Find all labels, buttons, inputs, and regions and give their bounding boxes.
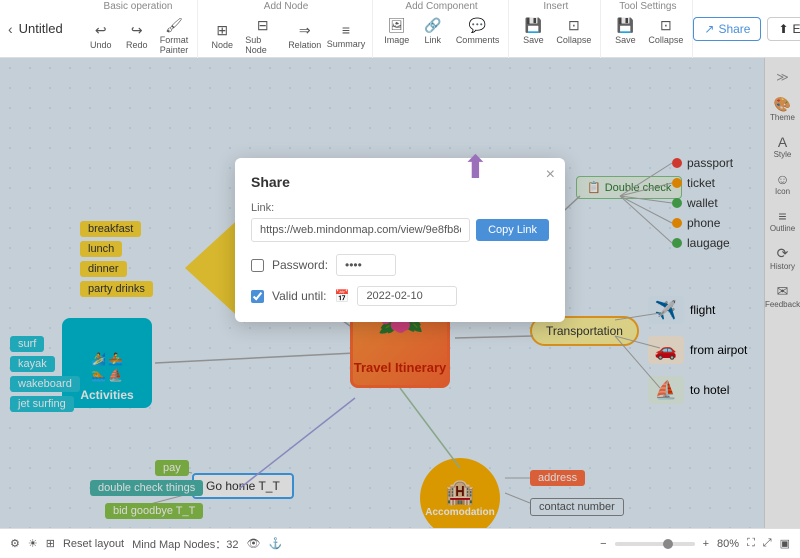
toolbar: ‹ Untitled Basic operation ↩Undo ↪Redo 🖌… [0, 0, 800, 58]
collapse-button[interactable]: ⊡Collapse [553, 15, 594, 47]
valid-checkbox[interactable] [251, 290, 264, 303]
password-input[interactable] [336, 254, 396, 276]
export-button[interactable]: ⬆ Export [767, 17, 800, 41]
back-button[interactable]: ‹ [8, 21, 13, 37]
comments-button[interactable]: 💬Comments [453, 15, 503, 47]
group-tool-settings: Tool Settings 💾Save ⊡Collapse [603, 0, 693, 59]
redo-button[interactable]: ↪Redo [121, 20, 153, 52]
share-modal: Share × Link: Copy Link Password: Valid … [235, 158, 565, 322]
password-checkbox[interactable] [251, 259, 264, 272]
group-label-component: Add Component [405, 1, 477, 12]
grid-icon: ⊞ [46, 537, 55, 550]
group-label-insert: Insert [543, 1, 568, 12]
group-items-toolsettings: 💾Save ⊡Collapse [609, 15, 686, 47]
zoom-slider[interactable] [615, 542, 695, 546]
sun-icon: ☀ [28, 537, 38, 550]
password-row: Password: [251, 254, 549, 276]
mind-map-nodes: Mind Map Nodes：32 [132, 536, 238, 552]
group-label-basic: Basic operation [104, 1, 173, 12]
valid-date-input[interactable] [357, 286, 457, 306]
export-label: Export [793, 22, 800, 36]
export-icon: ⬆ [778, 22, 788, 36]
zoom-level: 80% [717, 538, 739, 550]
group-items-basic: ↩Undo ↪Redo 🖌Format Painter [85, 15, 192, 57]
link-input[interactable] [251, 218, 470, 242]
fit-icon[interactable]: ▣ [780, 537, 790, 550]
share-icon: ↗ [704, 22, 714, 36]
settings-collapse-button[interactable]: ⊡Collapse [645, 15, 686, 47]
group-items-insert: 💾Save ⊡Collapse [517, 15, 594, 47]
settings-save-button[interactable]: 💾Save [609, 15, 641, 47]
minus-zoom[interactable]: − [600, 538, 606, 550]
undo-button[interactable]: ↩Undo [85, 20, 117, 52]
share-label: Share [718, 22, 750, 36]
relation-button[interactable]: ⇒Relation [287, 20, 322, 52]
status-left: ⚙ ☀ ⊞ Reset layout Mind Map Nodes：32 👁 ⚓ [10, 536, 588, 552]
eye-icon: 👁 [247, 537, 261, 550]
format-painter-button[interactable]: 🖌Format Painter [157, 15, 192, 57]
group-insert: Insert 💾Save ⊡Collapse [511, 0, 601, 59]
statusbar: ⚙ ☀ ⊞ Reset layout Mind Map Nodes：32 👁 ⚓… [0, 528, 800, 558]
share-button[interactable]: ↗ Share [693, 17, 761, 41]
password-label: Password: [272, 258, 328, 272]
group-items-addnode: ⊞Node ⊟Sub Node ⇒Relation ≡Summary [206, 15, 366, 57]
copy-link-button[interactable]: Copy Link [476, 219, 549, 241]
group-items-component: 🖼Image 🔗Link 💬Comments [381, 15, 503, 47]
app-title: Untitled [19, 21, 63, 36]
save-button[interactable]: 💾Save [517, 15, 549, 47]
status-right: − + 80% ⛶ ⤢ ▣ [600, 537, 790, 550]
summary-button[interactable]: ≡Summary [326, 20, 366, 51]
group-label-toolsettings: Tool Settings [619, 1, 676, 12]
app-logo: ‹ Untitled [8, 21, 63, 37]
fullscreen-icon[interactable]: ⛶ [747, 537, 755, 550]
reset-layout[interactable]: Reset layout [63, 538, 124, 550]
settings-icon: ⚙ [10, 537, 20, 550]
zoom-thumb [663, 539, 673, 549]
valid-label: Valid until: [272, 289, 326, 303]
modal-close-button[interactable]: × [546, 166, 555, 184]
anchor-icon: ⚓ [268, 537, 282, 550]
expand-icon[interactable]: ⤢ [763, 537, 772, 550]
group-add-component: Add Component 🖼Image 🔗Link 💬Comments [375, 0, 510, 59]
node-button[interactable]: ⊞Node [206, 20, 238, 52]
calendar-icon: 📅 [334, 289, 349, 303]
group-basic-operation: Basic operation ↩Undo ↪Redo 🖌Format Pain… [79, 0, 199, 59]
group-add-node: Add Node ⊞Node ⊟Sub Node ⇒Relation ≡Summ… [200, 0, 373, 59]
plus-zoom[interactable]: + [703, 538, 709, 550]
toolbar-groups: Basic operation ↩Undo ↪Redo 🖌Format Pain… [79, 0, 694, 59]
modal-overlay[interactable]: Share × Link: Copy Link Password: Valid … [0, 58, 800, 528]
link-row: Copy Link [251, 218, 549, 242]
valid-row: Valid until: 📅 [251, 286, 549, 306]
modal-title: Share [251, 174, 549, 190]
image-button[interactable]: 🖼Image [381, 15, 413, 47]
subnode-button[interactable]: ⊟Sub Node [242, 15, 283, 57]
group-label-addnode: Add Node [264, 1, 308, 12]
link-label: Link: [251, 202, 549, 214]
link-button[interactable]: 🔗Link [417, 15, 449, 47]
